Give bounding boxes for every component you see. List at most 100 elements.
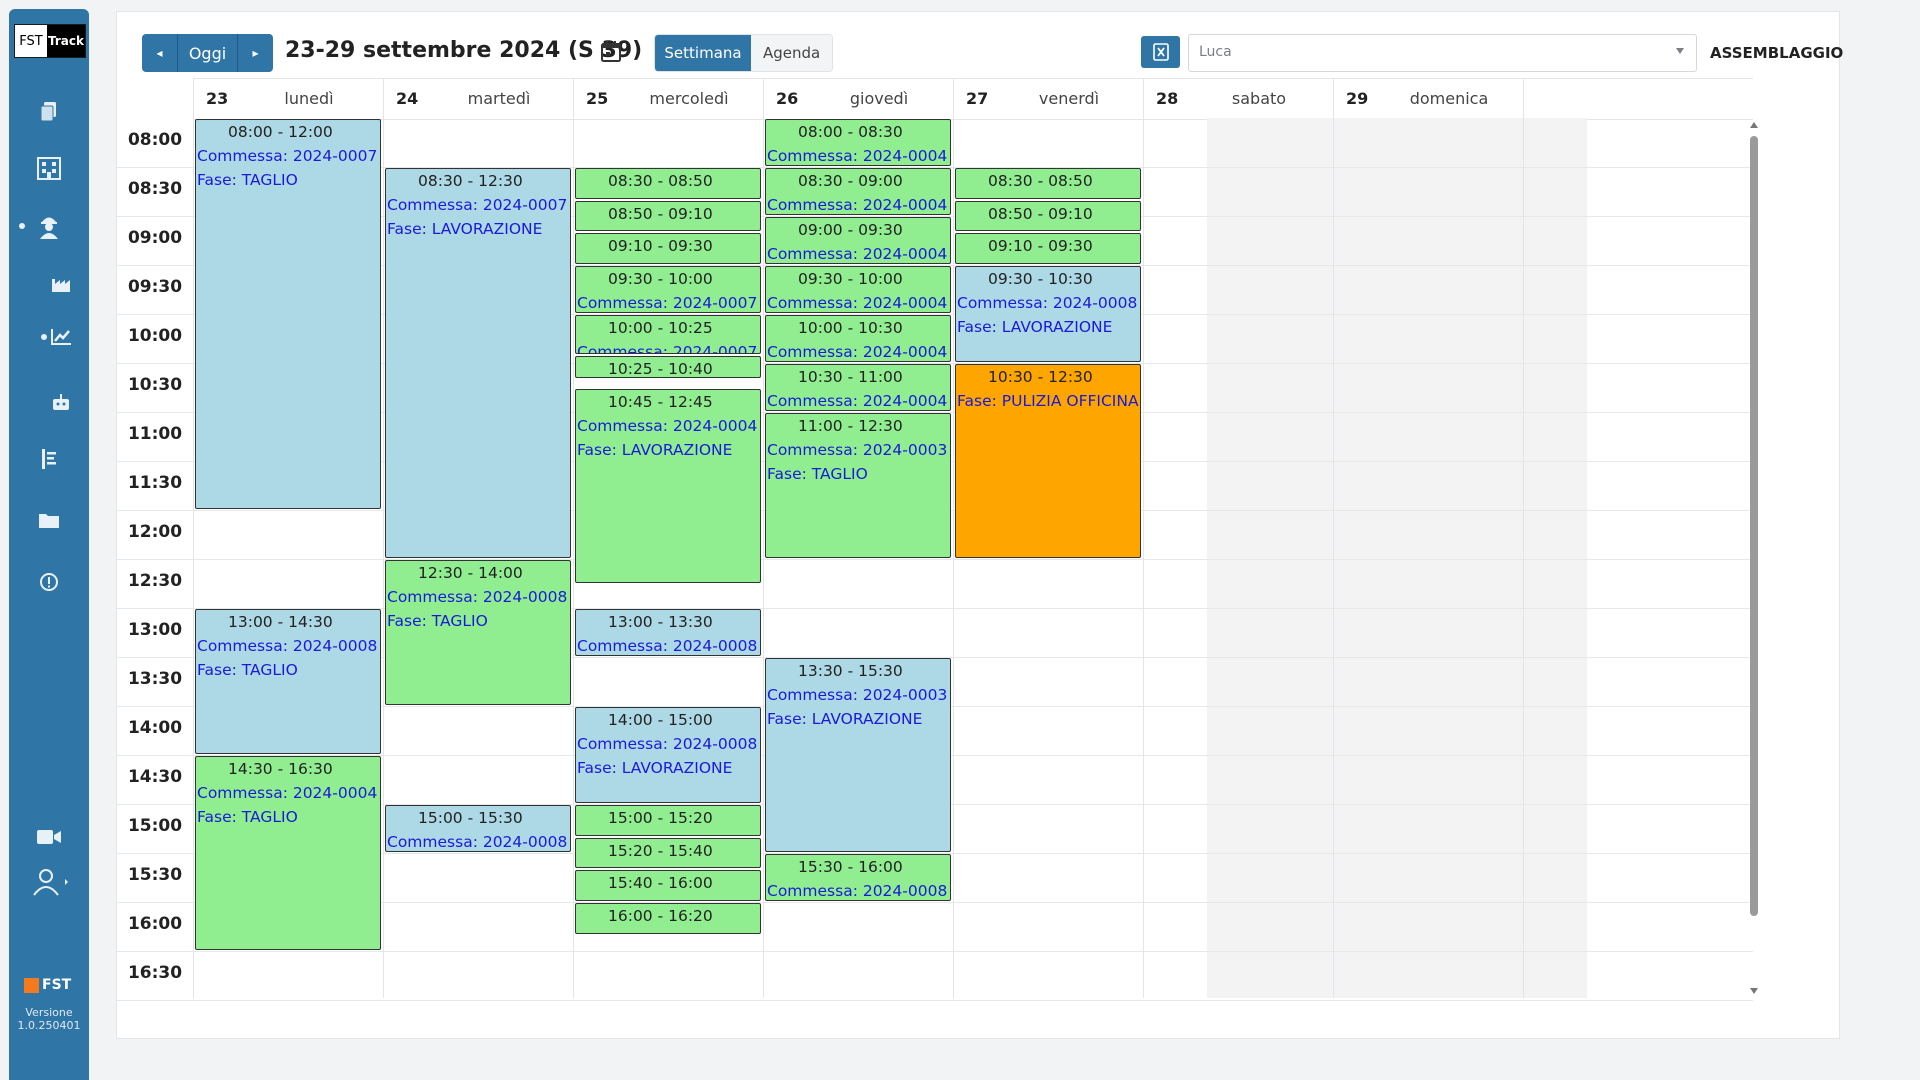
scroll-up-icon[interactable] xyxy=(1750,122,1758,128)
calendar-event[interactable]: 09:30 - 10:00 Commessa: 2024-0007 xyxy=(575,266,761,313)
today-button[interactable]: Oggi xyxy=(178,34,238,72)
report-icon[interactable] xyxy=(9,445,89,473)
event-time: 13:00 - 14:30 xyxy=(228,613,333,631)
calendar-event[interactable]: 09:10 - 09:30 xyxy=(955,233,1141,264)
calendar-event[interactable]: 13:30 - 15:30 Commessa: 2024-0003 Fase: LA… xyxy=(765,658,951,852)
calendar-event[interactable]: 08:30 - 08:50 xyxy=(575,168,761,199)
events-layer: 08:00 - 12:00 Commessa: 2024-0007 Fase: TA… xyxy=(193,118,1753,998)
building-icon[interactable] xyxy=(9,153,89,183)
calendar-event[interactable]: 09:30 - 10:00 Commessa: 2024-0004 xyxy=(765,266,951,313)
calendar-event[interactable]: 16:00 - 16:20 xyxy=(575,903,761,934)
factory-icon[interactable] xyxy=(21,271,101,297)
version-number: 1.0.250401 xyxy=(17,1019,81,1032)
calendar-panel: ◂ Oggi ▸ 23-29 settembre 2024 (S 39) Set… xyxy=(116,11,1844,1039)
calendar-event[interactable]: 09:00 - 09:30 Commessa: 2024-0004 xyxy=(765,217,951,264)
event-commessa: Commessa: 2024-0008 xyxy=(767,882,948,900)
event-time: 09:00 - 09:30 xyxy=(798,221,903,239)
day-name: giovedì xyxy=(849,89,909,108)
calendar-event[interactable]: 10:00 - 10:30 Commessa: 2024-0004 xyxy=(765,315,951,362)
next-week-button[interactable]: ▸ xyxy=(238,34,273,72)
time-label: 16:30 xyxy=(127,963,183,983)
event-time: 11:00 - 12:30 xyxy=(798,417,903,435)
event-fase: Fase: TAGLIO xyxy=(197,171,298,189)
day-header[interactable]: 25 mercoledì xyxy=(573,79,764,119)
event-commessa: Commessa: 2024-0007 xyxy=(387,196,568,214)
export-excel-button[interactable] xyxy=(1141,36,1180,68)
calendar-event[interactable]: 14:00 - 15:00 Commessa: 2024-0008 Fase: LA… xyxy=(575,707,761,803)
day-header[interactable]: 23 lunedì xyxy=(193,79,384,119)
time-label: 08:00 xyxy=(127,130,183,150)
time-label: 16:00 xyxy=(127,914,183,934)
calendar-event[interactable]: 08:50 - 09:10 xyxy=(575,200,761,232)
calendar-event[interactable]: 11:00 - 12:30 Commessa: 2024-0003 Fase: TA… xyxy=(765,413,951,558)
event-time: 08:00 - 08:30 xyxy=(798,123,903,141)
previous-week-button[interactable]: ◂ xyxy=(142,34,178,72)
folder-icon[interactable] xyxy=(9,507,89,533)
scroll-down-icon[interactable] xyxy=(1750,988,1758,994)
calendar-picker-icon[interactable] xyxy=(599,40,623,68)
calendar-event[interactable]: 15:00 - 15:30 Commessa: 2024-0008 xyxy=(385,805,571,852)
calendar-event[interactable]: 08:30 - 09:00 Commessa: 2024-0004 xyxy=(765,168,951,215)
agenda-view-button[interactable]: Agenda xyxy=(751,35,833,71)
week-view-button[interactable]: Settimana xyxy=(655,35,751,71)
calendar-event[interactable]: 10:25 - 10:40 xyxy=(575,355,761,379)
calendar-event[interactable]: 10:00 - 10:25 Commessa: 2024-0007 xyxy=(575,315,761,354)
calendar-event[interactable]: 08:00 - 08:30 Commessa: 2024-0004 xyxy=(765,119,951,166)
time-label: 10:30 xyxy=(127,375,183,395)
documents-icon[interactable] xyxy=(9,97,89,127)
view-switcher: Settimana Agenda xyxy=(654,34,834,72)
scrollbar-thumb[interactable] xyxy=(1750,136,1758,916)
day-header[interactable]: 24 martedì xyxy=(383,79,574,119)
event-fase: Fase: LAVORAZIONE xyxy=(767,710,923,728)
calendar-event[interactable]: 08:30 - 08:50 xyxy=(955,168,1141,199)
calendar-event[interactable]: 10:30 - 11:00 Commessa: 2024-0004 xyxy=(765,364,951,411)
calendar-event[interactable]: 08:50 - 09:10 xyxy=(955,200,1141,232)
time-label: 11:00 xyxy=(127,424,183,444)
event-fase: Fase: PULIZIA OFFICINA xyxy=(957,392,1139,410)
calendar-event[interactable]: 15:40 - 16:00 xyxy=(575,870,761,901)
user-icon[interactable] xyxy=(9,867,89,897)
app-logo[interactable]: FST Track xyxy=(14,24,86,58)
event-time: 08:50 - 09:10 xyxy=(608,204,713,223)
day-header[interactable]: 27 venerdì xyxy=(953,79,1144,119)
calendar-event[interactable]: 09:30 - 10:30 Commessa: 2024-0008 Fase: LA… xyxy=(955,266,1141,362)
calendar-event[interactable]: 14:30 - 16:30 Commessa: 2024-0004 Fase: TA… xyxy=(195,756,381,950)
event-time: 10:30 - 12:30 xyxy=(988,368,1093,386)
chevron-down-icon xyxy=(1676,48,1684,54)
days-header: 23 lunedì 24 martedì 25 mercoledì 26 giovedì 27 v… xyxy=(193,78,1753,120)
event-commessa: Commessa: 2024-0003 xyxy=(767,686,948,704)
time-label: 15:30 xyxy=(127,865,183,885)
operator-select[interactable]: Luca xyxy=(1188,34,1697,72)
calendar-event[interactable]: 08:30 - 12:30 Commessa: 2024-0007 Fase: LA… xyxy=(385,168,571,558)
calendar-event[interactable]: 15:00 - 15:20 xyxy=(575,805,761,836)
day-header[interactable]: 28 sabato xyxy=(1143,79,1334,119)
calendar-event[interactable]: 15:30 - 16:00 Commessa: 2024-0008 xyxy=(765,854,951,901)
event-fase: Fase: LAVORAZIONE xyxy=(577,759,733,777)
day-header[interactable]: 29 domenica xyxy=(1333,79,1524,119)
calendar-event[interactable]: 12:30 - 14:00 Commessa: 2024-0008 Fase: TA… xyxy=(385,560,571,705)
calendar-event[interactable]: 09:10 - 09:30 xyxy=(575,233,761,264)
calendar-event[interactable]: 13:00 - 14:30 Commessa: 2024-0008 Fase: TA… xyxy=(195,609,381,754)
calendar-event[interactable]: 15:20 - 15:40 xyxy=(575,837,761,869)
calendar-event[interactable]: 13:00 - 13:30 Commessa: 2024-0008 xyxy=(575,609,761,656)
calendar-event[interactable]: 10:30 - 12:30 Fase: PULIZIA OFFICINA xyxy=(955,364,1141,558)
time-label: 12:00 xyxy=(127,522,183,542)
alert-icon[interactable] xyxy=(9,569,89,595)
event-time: 09:30 - 10:00 xyxy=(608,270,713,288)
day-number: 28 xyxy=(1156,89,1179,108)
event-commessa: Commessa: 2024-0008 xyxy=(577,637,758,655)
event-commessa: Commessa: 2024-0004 xyxy=(767,294,948,312)
day-header[interactable]: 26 giovedì xyxy=(763,79,954,119)
robot-icon[interactable] xyxy=(21,389,101,415)
calendar-event[interactable]: 10:45 - 12:45 Commessa: 2024-0004 Fase: LA… xyxy=(575,388,761,583)
worker-icon[interactable] xyxy=(9,211,89,241)
chart-icon[interactable] xyxy=(21,323,101,351)
department-label: ASSEMBLAGGIO xyxy=(1710,44,1844,62)
camera-icon[interactable] xyxy=(9,825,89,849)
time-label: 14:00 xyxy=(127,718,183,738)
vertical-scrollbar[interactable] xyxy=(1747,118,1761,998)
time-label: 09:00 xyxy=(127,228,183,248)
time-grid: 08:00 - 12:00 Commessa: 2024-0007 Fase: TA… xyxy=(117,78,1753,1001)
time-label: 09:30 xyxy=(127,277,183,297)
calendar-event[interactable]: 08:00 - 12:00 Commessa: 2024-0007 Fase: TA… xyxy=(195,119,381,509)
